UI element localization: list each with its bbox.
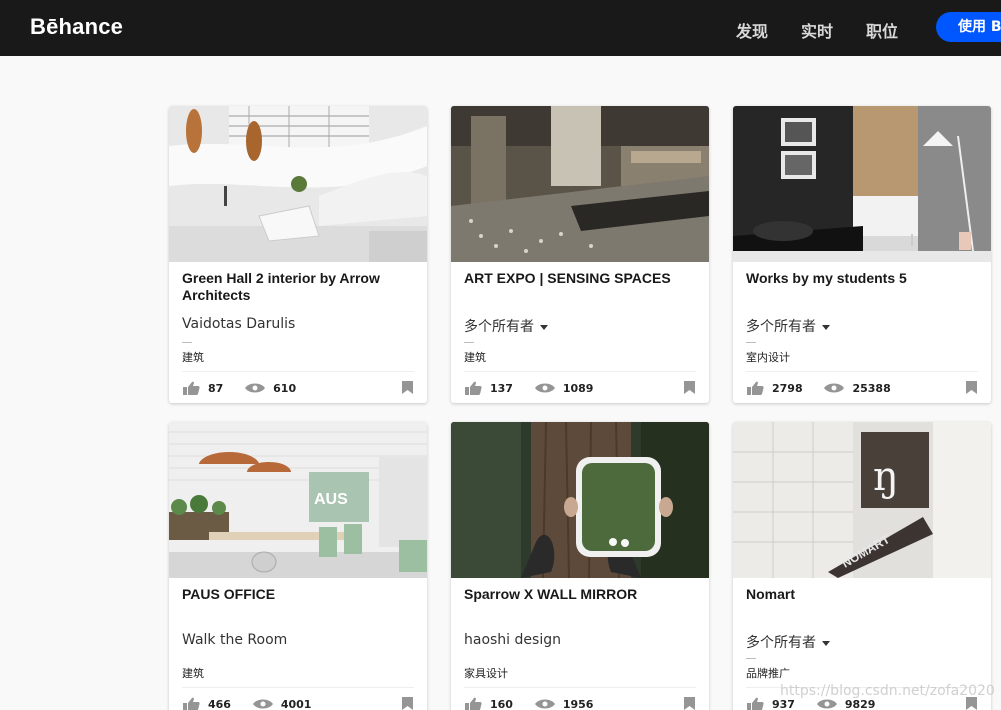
project-stats: 87 610 [182, 381, 296, 395]
nav-live[interactable]: 实时 [801, 18, 833, 42]
project-title[interactable]: PAUS OFFICE [182, 586, 418, 603]
project-card[interactable]: ART EXPO | SENSING SPACES 多个所有者 建筑 137 1… [451, 106, 709, 403]
project-owner[interactable]: 多个所有者 [746, 316, 830, 336]
project-field[interactable]: 室内设计 [746, 349, 790, 365]
divider [746, 342, 756, 343]
project-owner[interactable]: 多个所有者 [464, 316, 548, 336]
view-count: 1089 [562, 381, 594, 395]
thumbs-up-icon [465, 697, 482, 710]
divider [182, 687, 414, 688]
project-field[interactable]: 家具设计 [464, 665, 508, 681]
eye-icon [816, 699, 837, 709]
appreciation-count: 2798 [772, 381, 803, 395]
thumbs-up-icon [183, 697, 200, 710]
bookmark-icon[interactable] [966, 381, 977, 394]
top-navigation-bar: Bēhance 发现 实时 职位 使用 B [0, 0, 1001, 56]
project-field[interactable]: 品牌推广 [746, 665, 790, 681]
project-card[interactable]: ŋ NOMART Nomart 多个所有者 品牌推广 937 9829 [733, 422, 991, 710]
project-owner[interactable]: Vaidotas Darulis [182, 316, 295, 332]
behance-logo[interactable]: Bēhance [30, 14, 123, 40]
project-title[interactable]: Green Hall 2 interior by Arrow Architect… [182, 270, 418, 304]
project-title[interactable]: ART EXPO | SENSING SPACES [464, 270, 700, 287]
divider [746, 658, 756, 659]
bookmark-icon[interactable] [402, 697, 413, 710]
project-stats: 137 1089 [464, 381, 593, 395]
project-stats: 160 1956 [464, 697, 593, 710]
appreciation-count: 137 [490, 381, 513, 395]
project-title[interactable]: Nomart [746, 586, 982, 603]
project-card[interactable]: Works by my students 5 多个所有者 室内设计 2798 2… [733, 106, 991, 403]
bookmark-icon[interactable] [402, 381, 413, 394]
appreciation-count: 466 [208, 697, 231, 710]
project-field[interactable]: 建筑 [464, 349, 486, 365]
bookmark-icon[interactable] [684, 697, 695, 710]
view-count: 1956 [562, 697, 594, 710]
view-count: 610 [273, 381, 297, 395]
nav-jobs[interactable]: 职位 [866, 18, 898, 42]
divider [182, 371, 414, 372]
svg-text:ŋ: ŋ [873, 454, 899, 500]
divider [464, 342, 474, 343]
project-thumbnail[interactable] [451, 422, 709, 578]
eye-icon [245, 383, 266, 393]
appreciation-count: 87 [208, 381, 224, 395]
project-thumbnail[interactable] [451, 106, 709, 262]
view-count: 4001 [280, 697, 312, 710]
divider [746, 371, 978, 372]
project-card[interactable]: AUS PAUS OFFICE Walk the Room 建筑 466 400… [169, 422, 427, 710]
eye-icon [252, 699, 273, 709]
project-stats: 2798 25388 [746, 381, 891, 395]
project-card[interactable]: Sparrow X WALL MIRROR haoshi design 家具设计… [451, 422, 709, 710]
project-thumbnail[interactable] [733, 106, 991, 262]
appreciation-count: 160 [490, 697, 513, 710]
project-title[interactable]: Sparrow X WALL MIRROR [464, 586, 700, 603]
project-field[interactable]: 建筑 [182, 665, 204, 681]
divider [464, 371, 696, 372]
thumbs-up-icon [747, 697, 764, 710]
nav-discover[interactable]: 发现 [736, 18, 768, 42]
project-owner[interactable]: Walk the Room [182, 632, 287, 648]
eye-icon [534, 383, 555, 393]
divider [464, 687, 696, 688]
project-field[interactable]: 建筑 [182, 349, 204, 365]
svg-text:AUS: AUS [314, 491, 348, 508]
view-count: 9829 [844, 697, 876, 710]
appreciation-count: 937 [772, 697, 795, 710]
bookmark-icon[interactable] [684, 381, 695, 394]
project-owner[interactable]: 多个所有者 [746, 632, 830, 652]
project-owner[interactable]: haoshi design [464, 632, 561, 648]
watermark: https://blog.csdn.net/zofa2020 [780, 683, 995, 699]
caret-down-icon[interactable] [540, 324, 548, 330]
eye-icon [534, 699, 555, 709]
use-behance-button[interactable]: 使用 B [936, 12, 1001, 42]
project-title[interactable]: Works by my students 5 [746, 270, 982, 287]
thumbs-up-icon [183, 381, 200, 395]
eye-icon [824, 383, 845, 393]
thumbs-up-icon [465, 381, 482, 395]
project-thumbnail[interactable]: AUS [169, 422, 427, 578]
project-stats: 466 4001 [182, 697, 311, 710]
caret-down-icon[interactable] [822, 324, 830, 330]
divider [182, 342, 192, 343]
project-thumbnail[interactable]: ŋ NOMART [733, 422, 991, 578]
caret-down-icon[interactable] [822, 640, 830, 646]
view-count: 25388 [852, 381, 891, 395]
project-thumbnail[interactable] [169, 106, 427, 262]
project-card[interactable]: Green Hall 2 interior by Arrow Architect… [169, 106, 427, 403]
thumbs-up-icon [747, 381, 764, 395]
